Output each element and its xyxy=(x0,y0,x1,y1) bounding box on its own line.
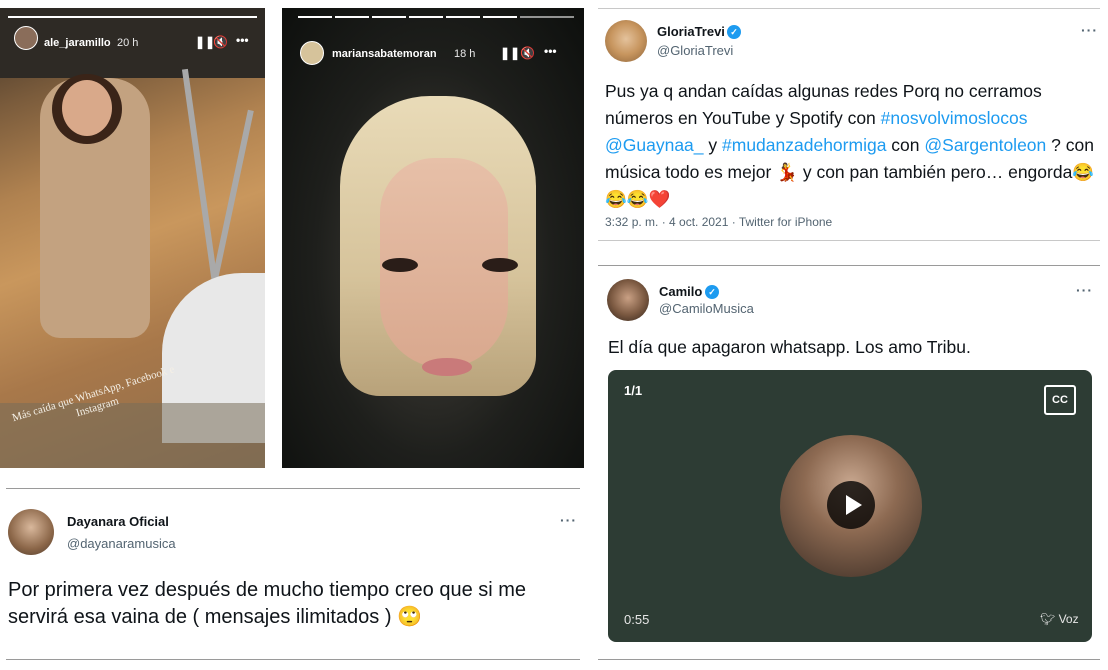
mention-link[interactable]: @Guaynaa_ xyxy=(605,135,704,155)
tweet-author-name[interactable]: GloriaTrevi xyxy=(657,24,725,39)
divider xyxy=(598,265,1100,266)
tweet-text: El día que apagaron whatsapp. Los amo Tr… xyxy=(608,337,971,357)
progress-segment xyxy=(483,16,517,18)
verified-icon: ✓ xyxy=(727,25,741,39)
hashtag-link[interactable]: #nosvolvimoslocos xyxy=(881,108,1028,128)
tweet-author-handle[interactable]: @dayanaramusica xyxy=(67,536,176,551)
more-icon[interactable]: ••• xyxy=(236,33,249,47)
tweet-author-name[interactable]: Dayanara Oficial xyxy=(67,514,169,529)
progress-segment xyxy=(335,16,369,18)
divider xyxy=(598,659,1100,660)
divider xyxy=(598,240,1100,241)
progress-segment xyxy=(298,16,332,18)
more-icon[interactable]: ··· xyxy=(1081,22,1098,38)
pause-icon[interactable]: ❚❚ xyxy=(500,46,520,60)
mute-icon[interactable]: 🔇 xyxy=(520,46,535,60)
progress-segment xyxy=(446,16,480,18)
closed-captions-icon[interactable]: CC xyxy=(1044,385,1076,415)
video-source-label: Voz xyxy=(1058,612,1079,626)
tweet-text: Pus ya q andan caídas algunas redes Porq… xyxy=(605,78,1100,213)
video-duration: 0:55 xyxy=(624,612,650,627)
more-icon[interactable]: ··· xyxy=(1076,282,1093,298)
progress-segment xyxy=(409,16,443,18)
person-face-image xyxy=(62,80,112,136)
tweet-author-handle[interactable]: @GloriaTrevi xyxy=(657,43,733,58)
progress-segment xyxy=(372,16,406,18)
eye-left-image xyxy=(382,258,418,272)
divider xyxy=(598,8,1100,9)
story-mariansabatemoran[interactable]: mariansabatemoran 18 h ❚❚ 🔇 ••• xyxy=(282,8,584,468)
story-ale-jaramillo[interactable]: Más caída que WhatsApp, Facebook e Insta… xyxy=(0,8,265,468)
story-time: 20 h xyxy=(117,37,139,49)
tweet-author-name[interactable]: Camilo xyxy=(659,284,702,299)
tweet-author-handle[interactable]: @CamiloMusica xyxy=(659,301,754,316)
hashtag-link[interactable]: #mudanzadehormiga xyxy=(722,135,886,155)
video-counter: 1/1 xyxy=(624,383,643,398)
avatar[interactable] xyxy=(605,20,647,62)
avatar[interactable] xyxy=(14,26,38,50)
tweet-text-part: y xyxy=(703,135,723,155)
story-username[interactable]: mariansabatemoran xyxy=(332,48,437,60)
more-icon[interactable]: ··· xyxy=(560,512,577,528)
avatar[interactable] xyxy=(607,279,649,321)
eye-right-image xyxy=(482,258,518,272)
divider xyxy=(6,659,580,660)
tweet-meta[interactable]: 3:32 p. m. · 4 oct. 2021 · Twitter for i… xyxy=(605,215,832,229)
mention-link[interactable]: @Sargentoleon xyxy=(924,135,1046,155)
avatar[interactable] xyxy=(8,509,54,555)
story-progress xyxy=(298,16,574,18)
more-icon[interactable]: ••• xyxy=(544,44,557,58)
tweet-text-part: con xyxy=(886,135,925,155)
story-progress xyxy=(8,16,257,18)
tweet-text: Por primera vez después de mucho tiempo … xyxy=(8,579,527,628)
bird-icon: 🐦︎ xyxy=(1040,612,1056,626)
mute-icon[interactable]: 🔇 xyxy=(213,35,228,49)
divider xyxy=(6,488,580,489)
video-source: 🐦︎ Voz xyxy=(1040,612,1079,626)
play-icon[interactable] xyxy=(827,481,875,529)
story-username[interactable]: ale_jaramillo xyxy=(44,37,111,49)
story-time: 18 h xyxy=(454,48,476,60)
verified-icon: ✓ xyxy=(705,285,719,299)
progress-segment xyxy=(520,16,574,18)
lips-image xyxy=(422,358,472,376)
avatar[interactable] xyxy=(300,41,324,65)
progress-segment xyxy=(8,16,257,18)
